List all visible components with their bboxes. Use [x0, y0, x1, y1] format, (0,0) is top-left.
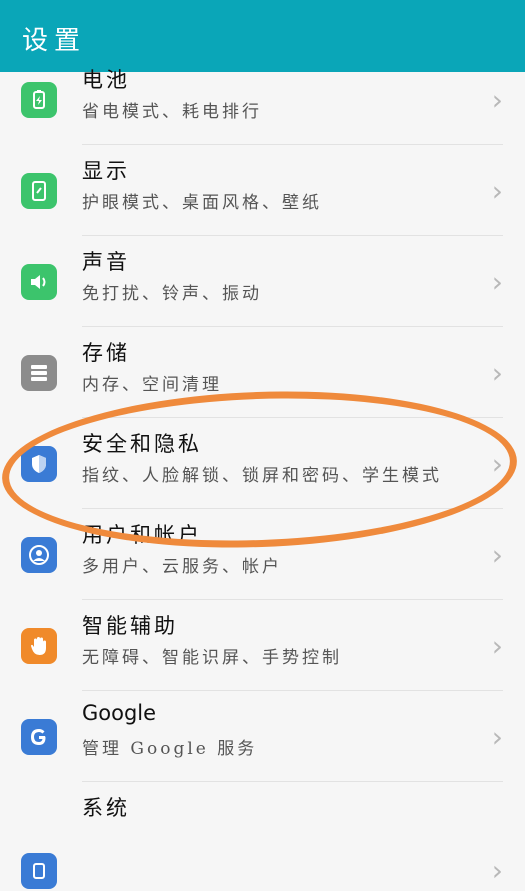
item-title: 安全和隐私 [82, 432, 202, 456]
item-subtitle: 护眼模式、桌面风格、壁纸 [82, 193, 322, 213]
google-icon [21, 718, 57, 755]
storage-icon [21, 354, 57, 391]
item-subtitle: 多用户、云服务、帐户 [82, 557, 282, 577]
item-title: 智能辅助 [82, 614, 178, 638]
system-icon [21, 853, 57, 889]
settings-item-display[interactable]: 显示 护眼模式、桌面风格、壁纸 › [0, 145, 525, 236]
item-title: 系统 [82, 796, 130, 820]
settings-item-battery[interactable]: 电池 省电模式、耗电排行 › [0, 54, 525, 145]
chevron-right-icon: › [491, 447, 503, 480]
settings-item-smart-assist[interactable]: 智能辅助 无障碍、智能识屏、手势控制 › [0, 600, 525, 691]
settings-item-security[interactable]: 安全和隐私 指纹、人脸解锁、锁屏和密码、学生模式 › [0, 418, 525, 509]
item-subtitle: 指纹、人脸解锁、锁屏和密码、学生模式 [82, 466, 442, 486]
item-title: 声音 [82, 250, 130, 274]
shield-icon [21, 445, 57, 482]
chevron-right-icon: › [491, 538, 503, 571]
chevron-right-icon: › [491, 265, 503, 298]
item-subtitle: 无障碍、智能识屏、手势控制 [82, 648, 342, 668]
settings-item-google[interactable]: Google 管理 Google 服务 › [0, 691, 525, 782]
item-title: 用户和帐户 [82, 523, 202, 547]
chevron-right-icon: › [491, 83, 503, 116]
user-icon [21, 536, 57, 573]
display-icon [21, 172, 57, 209]
item-subtitle: 省电模式、耗电排行 [82, 102, 262, 122]
battery-icon [21, 81, 57, 118]
chevron-right-icon: › [491, 629, 503, 662]
settings-list: 电池 省电模式、耗电排行 › 显示 护眼模式、桌面风格、壁纸 › 声音 免打扰、… [0, 68, 525, 891]
settings-item-users[interactable]: 用户和帐户 多用户、云服务、帐户 › [0, 509, 525, 600]
chevron-right-icon: › [491, 356, 503, 389]
chevron-right-icon: › [491, 174, 503, 207]
settings-item-storage[interactable]: 存储 内存、空间清理 › [0, 327, 525, 418]
chevron-right-icon: › [491, 720, 503, 753]
page-title: 设置 [22, 26, 87, 56]
item-title: 电池 [82, 68, 130, 92]
hand-icon [21, 627, 57, 664]
item-title: 存储 [82, 341, 130, 365]
item-subtitle: 内存、空间清理 [82, 375, 222, 395]
settings-item-system[interactable]: 系统 › [0, 782, 525, 889]
item-title: 显示 [82, 159, 130, 183]
chevron-right-icon: › [491, 854, 503, 887]
item-subtitle: 免打扰、铃声、振动 [82, 284, 262, 304]
item-subtitle: 管理 Google 服务 [82, 739, 258, 759]
item-title: Google [82, 701, 157, 725]
sound-icon [21, 263, 57, 300]
settings-item-sound[interactable]: 声音 免打扰、铃声、振动 › [0, 236, 525, 327]
